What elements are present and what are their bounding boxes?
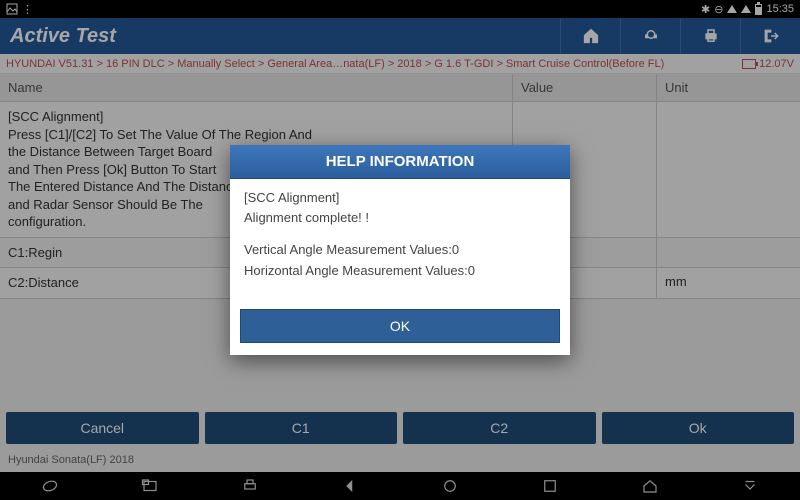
dialog-line: Vertical Angle Measurement Values:0 (244, 241, 556, 259)
dialog-line: Alignment complete! ! (244, 209, 556, 227)
dialog-body: [SCC Alignment] Alignment complete! ! Ve… (230, 179, 570, 309)
dialog-line: [SCC Alignment] (244, 189, 556, 207)
dialog-line: Horizontal Angle Measurement Values:0 (244, 262, 556, 280)
dialog-title: HELP INFORMATION (230, 145, 570, 179)
help-dialog: HELP INFORMATION [SCC Alignment] Alignme… (230, 145, 570, 355)
dialog-ok-button[interactable]: OK (240, 309, 560, 343)
